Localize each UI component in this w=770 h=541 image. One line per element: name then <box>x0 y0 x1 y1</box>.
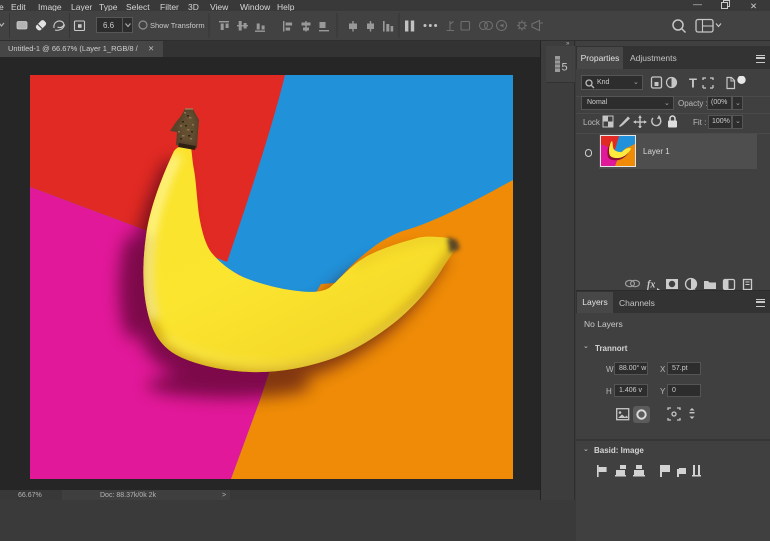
svg-text:5: 5 <box>562 62 568 74</box>
svg-text:6.6: 6.6 <box>103 21 115 30</box>
svg-text:fx: fx <box>647 280 655 291</box>
svg-text:T: T <box>689 76 697 91</box>
svg-text:Show Transform: Show Transform <box>150 21 205 30</box>
